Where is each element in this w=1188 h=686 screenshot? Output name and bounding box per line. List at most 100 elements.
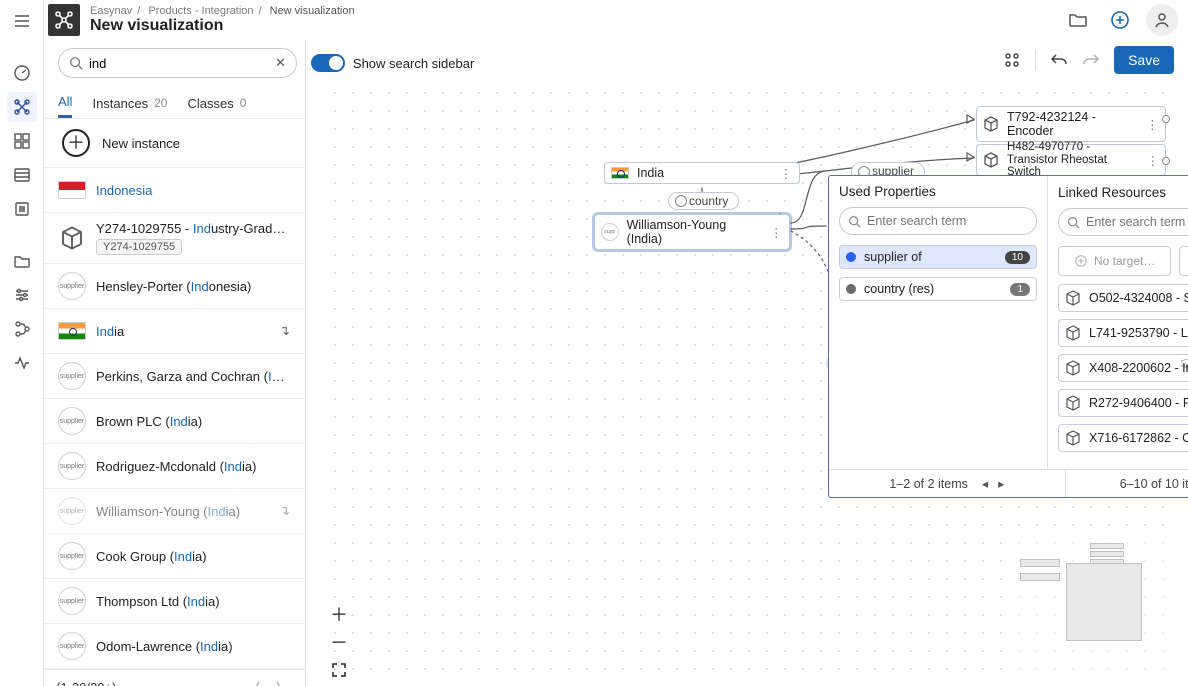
list-item-label: Williamson-Young (India) [96, 504, 269, 519]
list-item[interactable]: supplierThompson Ltd (India) [44, 579, 304, 624]
list-item[interactable]: supplier Brown PLC (India) [44, 399, 304, 444]
grid-icon[interactable] [7, 126, 37, 156]
resource-item[interactable]: R272-9406400 - Potentiometer D… [1058, 389, 1188, 417]
dot-icon [846, 284, 856, 294]
graph-tool-icon[interactable] [7, 92, 37, 122]
search-icon [848, 215, 861, 228]
add-icon[interactable] [1104, 4, 1136, 36]
search-input[interactable] [89, 56, 265, 71]
page-title: New visualization [90, 17, 355, 35]
tab-instances[interactable]: Instances20 [92, 86, 167, 118]
undo-icon[interactable] [1050, 51, 1068, 69]
list-item[interactable]: supplier Williamson-Young (India) ↴ [44, 489, 304, 534]
list-item-label: Y274-1029755 - Industry-Grade…Y274-10297… [96, 221, 290, 255]
prop-supplier-of[interactable]: supplier of 10 [839, 245, 1037, 269]
node-menu-icon[interactable]: ⋮ [1147, 153, 1160, 167]
open-folder-icon[interactable] [1062, 4, 1094, 36]
pager-prev[interactable]: 〈 [243, 678, 264, 686]
node-transistor[interactable]: H482-4970770 - Transistor Rheostat Switc… [976, 144, 1166, 176]
save-button[interactable]: Save [1114, 46, 1174, 74]
port[interactable] [1162, 157, 1170, 165]
list-item[interactable]: supplierPerkins, Garza and Cochran (In… [44, 354, 304, 399]
zoom-in[interactable]: ＋ [328, 603, 350, 625]
avatar[interactable] [1146, 4, 1178, 36]
list-item[interactable]: supplier Hensley-Porter (Indonesia) [44, 264, 304, 309]
cube-icon [1065, 360, 1081, 376]
res-search[interactable] [1058, 208, 1188, 236]
gauge-icon[interactable] [7, 58, 37, 88]
crumb-root[interactable]: Easynav [90, 5, 132, 17]
node-menu-icon[interactable]: ⋮ [769, 225, 783, 239]
node-india[interactable]: India ⋮ [604, 162, 800, 184]
prop-prev[interactable]: ◂ [982, 476, 988, 491]
tab-all[interactable]: All [58, 86, 72, 118]
cube-icon [983, 152, 999, 168]
search-icon [1067, 216, 1080, 229]
prop-badge: 10 [1005, 251, 1030, 264]
prop-next[interactable]: ▸ [998, 476, 1004, 491]
sliders-icon[interactable] [7, 280, 37, 310]
add-entities-button[interactable]: Add 5 ent… [1179, 246, 1188, 276]
hamburger-icon[interactable] [7, 6, 37, 36]
plus-icon: ＋ [62, 129, 90, 157]
resource-item[interactable]: X408-2200602 - Inductor Capacit… [1058, 354, 1188, 382]
zoom-fit[interactable] [328, 659, 350, 681]
flag-indonesia-icon [58, 181, 86, 199]
res-search-input[interactable] [1086, 215, 1188, 229]
list-item[interactable]: supplierOdom-Lawrence (India) [44, 624, 304, 669]
list-item[interactable]: supplierCook Group (India) [44, 534, 304, 579]
list-item-label: Perkins, Garza and Cochran (In… [96, 369, 290, 384]
flag-india-icon [611, 167, 629, 179]
supplier-icon: supplier [58, 497, 86, 525]
redo-icon[interactable] [1082, 51, 1100, 69]
zoom-out[interactable]: － [328, 631, 350, 653]
list-icon[interactable] [7, 194, 37, 224]
resource-item[interactable]: L741-9253790 - LCD Strain [1058, 319, 1188, 347]
prop-country-res[interactable]: country (res) 1 [839, 277, 1037, 301]
res-pager-text: 6–10 of 10 items [1120, 477, 1188, 491]
new-instance-button[interactable]: ＋ New instance [44, 119, 305, 168]
list-item-label: Hensley-Porter (Indonesia) [96, 279, 290, 294]
supplier-icon: supplier [58, 452, 86, 480]
insert-icon[interactable]: ↴ [279, 503, 290, 519]
flag-india-icon [58, 322, 86, 340]
prop-search-input[interactable] [867, 214, 1028, 228]
list-item-label: Indonesia [96, 183, 290, 198]
supplier-icon: supplier [58, 272, 86, 300]
minimap[interactable] [1012, 539, 1172, 679]
resource-item[interactable]: O502-4324008 - Sensor Transist… [1058, 284, 1188, 312]
breadcrumb: Easynav/ Products - Integration/ New vis… [90, 5, 355, 35]
cube-icon [983, 116, 999, 132]
search-input-wrap[interactable]: ✕ [58, 48, 297, 78]
list-item[interactable]: Y274-1029755 - Industry-Grade…Y274-10297… [44, 213, 304, 264]
prop-pager-text: 1–2 of 2 items [889, 477, 968, 491]
folder-icon[interactable] [7, 246, 37, 276]
node-williamson-young[interactable]: supp Williamson-Young (India) ⋮ [594, 214, 790, 250]
resource-item[interactable]: X716-6172862 - Coil Resonator [1058, 424, 1188, 452]
clear-search-icon[interactable]: ✕ [271, 55, 290, 71]
cube-icon [1065, 325, 1081, 341]
node-encoder[interactable]: T792-4232124 - Encoder ⋮ [976, 106, 1166, 142]
port[interactable] [1162, 115, 1170, 123]
node-menu-icon[interactable]: ⋮ [779, 166, 793, 180]
list-item-label: Brown PLC (India) [96, 414, 290, 429]
tab-classes[interactable]: Classes0 [187, 86, 246, 118]
list-item[interactable]: Indonesia [44, 168, 304, 213]
chip-country[interactable]: country [668, 192, 739, 210]
activity-icon[interactable] [7, 348, 37, 378]
dot-icon [846, 252, 856, 262]
apps-icon[interactable] [1003, 51, 1021, 69]
branch-icon[interactable] [7, 314, 37, 344]
list-item[interactable]: India↴ [44, 309, 304, 354]
node-menu-icon[interactable]: ⋮ [1146, 117, 1159, 131]
prop-search[interactable] [839, 207, 1037, 235]
supplier-icon: supplier [58, 407, 86, 435]
crumb-mid[interactable]: Products - Integration [148, 5, 253, 17]
insert-icon[interactable]: ↴ [279, 323, 290, 339]
list-item[interactable]: supplier Rodriguez-Mcdonald (India) [44, 444, 304, 489]
supplier-icon: supplier [58, 587, 86, 615]
list-item-label: Rodriguez-Mcdonald (India) [96, 459, 290, 474]
no-target-button[interactable]: No target… [1058, 246, 1171, 276]
pager-next[interactable]: 〉 [272, 678, 293, 686]
table-icon[interactable] [7, 160, 37, 190]
